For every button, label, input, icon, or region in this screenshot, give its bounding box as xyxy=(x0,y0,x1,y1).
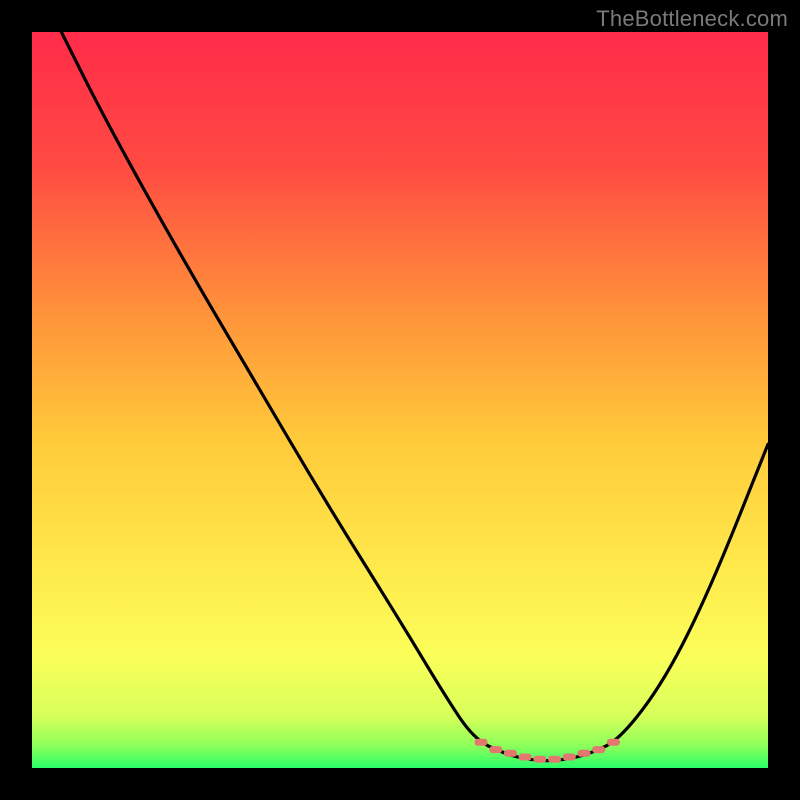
optimal-marker xyxy=(607,739,620,746)
optimal-marker xyxy=(519,754,532,761)
optimal-marker xyxy=(563,754,576,761)
optimal-marker xyxy=(489,746,502,753)
chart-plot-area xyxy=(32,32,768,768)
optimal-marker xyxy=(504,750,517,757)
optimal-marker xyxy=(592,746,605,753)
optimal-marker xyxy=(475,739,488,746)
watermark-text: TheBottleneck.com xyxy=(596,6,788,32)
optimal-marker xyxy=(578,750,591,757)
gradient-background xyxy=(32,32,768,768)
chart-svg xyxy=(32,32,768,768)
optimal-marker xyxy=(548,756,561,763)
optimal-marker xyxy=(533,756,546,763)
